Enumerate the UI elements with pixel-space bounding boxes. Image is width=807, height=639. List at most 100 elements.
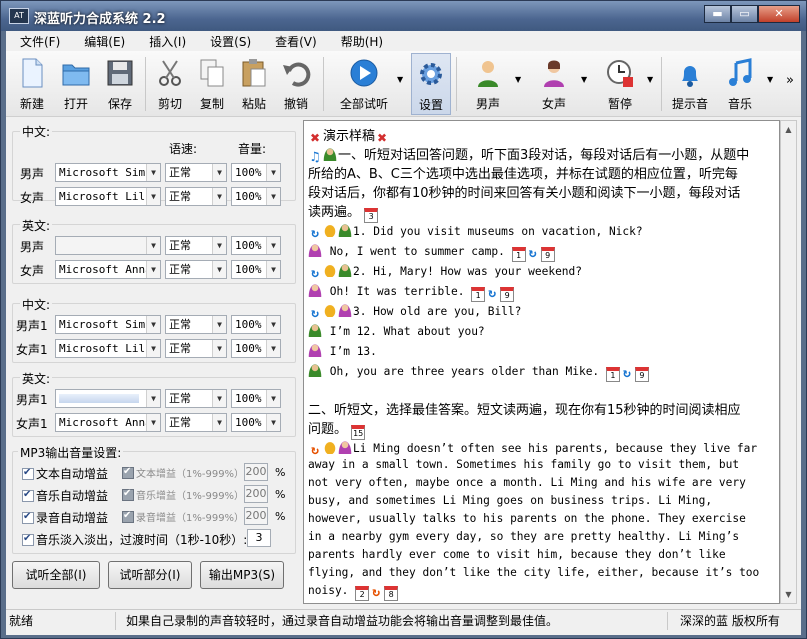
record-auto-gain-checkbox[interactable]: 录音自动增益 bbox=[22, 509, 108, 526]
female-voice-button[interactable]: 女声 bbox=[534, 53, 574, 115]
text-gain-input[interactable]: 200 bbox=[244, 463, 268, 481]
passage-line-3: not very often, maybe once a month. Li M… bbox=[308, 476, 746, 489]
settings-button[interactable]: 设置 bbox=[411, 53, 451, 115]
fade-time-input[interactable]: 3 bbox=[247, 529, 271, 547]
script-editor[interactable]: ✖ 演示样稿 ✖ ♫ 一、听短对话回答问题，听下面3段对话，每段对话后有一小题，从题中… bbox=[303, 120, 780, 604]
music-dropdown-icon[interactable]: ▼ bbox=[767, 75, 773, 84]
en1-female-volume-select[interactable]: 100% ▼ bbox=[231, 260, 281, 279]
menu-settings[interactable]: 设置(S) bbox=[200, 31, 261, 51]
title-bar[interactable]: AT 深蓝听力合成系统 2.2 ▬ ▭ ✕ bbox=[1, 1, 806, 31]
zh2-female-speed-select[interactable]: 正常 ▼ bbox=[165, 339, 227, 358]
menu-help[interactable]: 帮助(H) bbox=[331, 31, 393, 51]
menu-view[interactable]: 查看(V) bbox=[265, 31, 327, 51]
record-gain-checkbox[interactable]: 录音增益（1%-999%） bbox=[122, 509, 244, 524]
en2-female-volume-select[interactable]: 100% ▼ bbox=[231, 413, 281, 432]
calendar-icon: 2 bbox=[355, 586, 370, 601]
zh2-male-voice-select[interactable]: Microsoft Simp ▼ bbox=[55, 315, 161, 334]
undo-button[interactable]: 撤销 bbox=[276, 53, 316, 115]
en1-female-voice-select[interactable]: Microsoft Anna ▼ bbox=[55, 260, 161, 279]
undo-icon bbox=[283, 62, 311, 87]
passage-line-9: noisy. 2 ↻ 8 bbox=[308, 584, 399, 601]
dialog-1-answer: No, I went to summer camp. 1 ↻ 9 bbox=[308, 243, 555, 262]
zh1-male-speed-select[interactable]: 正常 ▼ bbox=[165, 163, 227, 182]
record-gain-input[interactable]: 200 bbox=[244, 507, 268, 525]
gear-icon bbox=[420, 63, 442, 85]
dialog-2-answer: Oh! It was terrible. 1 ↻ 9 bbox=[308, 283, 515, 302]
folder-icon bbox=[62, 64, 90, 86]
zh2-female-voice-select[interactable]: Microsoft Lili ▼ bbox=[55, 339, 161, 358]
music-auto-gain-checkbox[interactable]: 音乐自动增益 bbox=[22, 487, 108, 504]
en2-female-voice-select[interactable]: Microsoft Anna ▼ bbox=[55, 413, 161, 432]
minimize-button[interactable]: ▬ bbox=[704, 5, 731, 23]
dialog-3-question: ↻ 3. How old are you, Bill? bbox=[308, 303, 521, 321]
pause-button[interactable]: 暂停 bbox=[600, 53, 640, 115]
text-gain-checkbox[interactable]: 文本增益（1%-999%） bbox=[122, 465, 244, 480]
male-dropdown-icon[interactable]: ▼ bbox=[515, 75, 521, 84]
zh1-female-volume-select[interactable]: 100% ▼ bbox=[231, 187, 281, 206]
preview-dropdown-icon[interactable]: ▼ bbox=[397, 75, 403, 84]
zh2-female-volume-select[interactable]: 100% ▼ bbox=[231, 339, 281, 358]
bell-icon bbox=[323, 263, 337, 277]
en1-male-volume-select[interactable]: 100% ▼ bbox=[231, 236, 281, 255]
pause-dropdown-icon[interactable]: ▼ bbox=[647, 75, 653, 84]
music-gain-checkbox[interactable]: 音乐增益（1%-999%） bbox=[122, 487, 244, 502]
calendar-icon: 1 bbox=[471, 287, 486, 302]
repeat-icon: ↻ bbox=[311, 306, 319, 321]
zh1-female-voice-select[interactable]: Microsoft Lili ▼ bbox=[55, 187, 161, 206]
repeat-icon: ↻ bbox=[528, 246, 537, 261]
paragraph-1-line-1: ♫ 一、听短对话回答问题，听下面3段对话，每段对话后有一小题，从题中 bbox=[309, 147, 750, 165]
new-file-icon bbox=[22, 58, 43, 88]
cut-button[interactable]: 剪切 bbox=[150, 53, 190, 115]
menu-insert[interactable]: 插入(I) bbox=[139, 31, 196, 51]
music-note-icon bbox=[729, 58, 752, 86]
zh1-female-speed-select[interactable]: 正常 ▼ bbox=[165, 187, 227, 206]
new-button[interactable]: 新建 bbox=[12, 53, 52, 115]
repeat-icon: ↻ bbox=[311, 226, 319, 241]
toolbar-overflow-icon[interactable]: » bbox=[786, 73, 794, 88]
text-auto-gain-checkbox[interactable]: 文本自动增益 bbox=[22, 465, 108, 482]
settings-panel: 中文: 语速: 音量: 男声 Microsoft Simp ▼ 正常 ▼ 100% ▼… bbox=[6, 119, 301, 609]
cue-sound-button[interactable]: 提示音 bbox=[668, 53, 712, 115]
music-fade-checkbox[interactable]: 音乐淡入淡出，过渡时间（1秒-10秒）: bbox=[22, 531, 247, 548]
music-gain-input[interactable]: 200 bbox=[244, 485, 268, 503]
zh2-male-speed-select[interactable]: 正常 ▼ bbox=[165, 315, 227, 334]
en2-female-speed-select[interactable]: 正常 ▼ bbox=[165, 413, 227, 432]
play-all-button[interactable]: 试听全部(I) bbox=[12, 561, 100, 589]
en1-male-voice-select[interactable]: ▼ bbox=[55, 236, 161, 255]
male-voice-button[interactable]: 男声 bbox=[468, 53, 508, 115]
play-part-button[interactable]: 试听部分(I) bbox=[108, 561, 192, 589]
en2-male-voice-select[interactable]: ▼ bbox=[55, 389, 161, 408]
zh1-male-voice-select[interactable]: Microsoft Simp ▼ bbox=[55, 163, 161, 182]
en1-female-speed-select[interactable]: 正常 ▼ bbox=[165, 260, 227, 279]
female-voice-icon bbox=[308, 243, 322, 257]
en2-male-volume-select[interactable]: 100% ▼ bbox=[231, 389, 281, 408]
en1-male-speed-select[interactable]: 正常 ▼ bbox=[165, 236, 227, 255]
zh2-male-volume-select[interactable]: 100% ▼ bbox=[231, 315, 281, 334]
copy-button[interactable]: 复制 bbox=[192, 53, 232, 115]
female-voice-icon bbox=[308, 343, 322, 357]
save-button[interactable]: 保存 bbox=[100, 53, 140, 115]
passage-line-1: ↻ Li Ming doesn’t often see his parents, … bbox=[308, 440, 757, 458]
female-voice-icon bbox=[308, 283, 322, 297]
passage-line-2: away in a small town. Sometimes his fami… bbox=[308, 458, 740, 471]
zh1-male-volume-select[interactable]: 100% ▼ bbox=[231, 163, 281, 182]
en2-male-speed-select[interactable]: 正常 ▼ bbox=[165, 389, 227, 408]
maximize-button[interactable]: ▭ bbox=[731, 5, 758, 23]
paste-button[interactable]: 粘贴 bbox=[234, 53, 274, 115]
preview-all-button[interactable]: 全部试听 bbox=[334, 53, 394, 115]
menu-edit[interactable]: 编辑(E) bbox=[74, 31, 135, 51]
female-dropdown-icon[interactable]: ▼ bbox=[581, 75, 587, 84]
scroll-up-icon[interactable]: ▲ bbox=[781, 121, 796, 138]
dialog-3-answer-2: I’m 13. bbox=[308, 343, 377, 358]
male-voice-icon bbox=[338, 263, 352, 277]
export-mp3-button[interactable]: 输出MP3(S) bbox=[200, 561, 284, 589]
music-button[interactable]: 音乐 bbox=[720, 53, 760, 115]
menu-file[interactable]: 文件(F) bbox=[10, 31, 70, 51]
close-button[interactable]: ✕ bbox=[758, 5, 800, 23]
bell-icon bbox=[323, 303, 337, 317]
open-button[interactable]: 打开 bbox=[56, 53, 96, 115]
copy-icon bbox=[200, 59, 224, 87]
clock-icon bbox=[607, 60, 633, 87]
editor-vertical-scrollbar[interactable]: ▲ ▼ bbox=[780, 120, 797, 604]
scroll-down-icon[interactable]: ▼ bbox=[781, 586, 796, 603]
